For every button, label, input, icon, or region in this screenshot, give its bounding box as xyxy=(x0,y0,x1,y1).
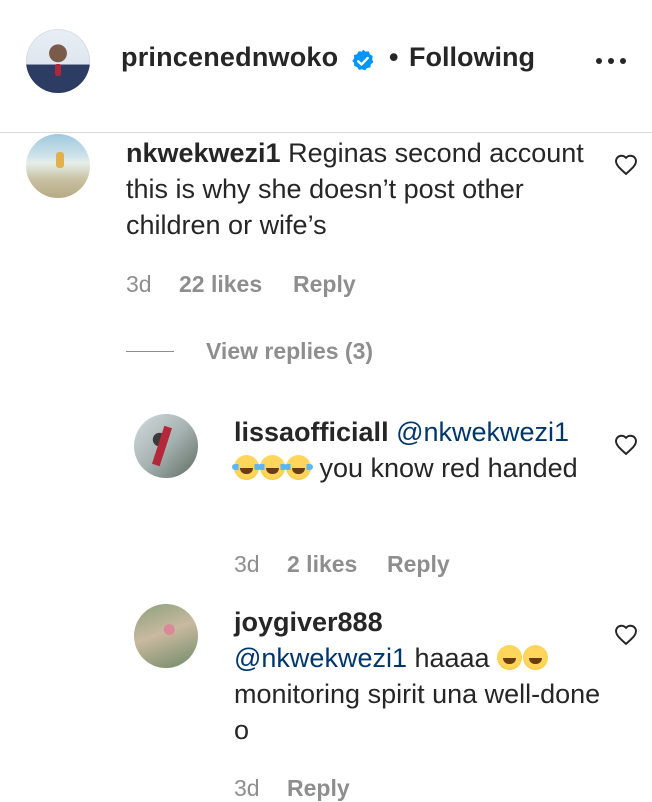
reply-button[interactable]: Reply xyxy=(293,271,356,298)
more-options-icon[interactable] xyxy=(596,58,630,68)
verified-badge-icon xyxy=(352,49,374,71)
comment-age: 3d xyxy=(126,271,152,297)
heart-outline-icon[interactable] xyxy=(613,152,639,176)
reply-username[interactable]: lissaofficiall xyxy=(234,417,389,447)
comment-likes[interactable]: 22 likes xyxy=(179,271,262,298)
reply-button[interactable]: Reply xyxy=(387,551,450,578)
grinning-emoji xyxy=(497,643,549,673)
view-replies-button[interactable]: View replies (3) xyxy=(206,338,373,365)
tears-of-joy-emoji xyxy=(232,453,313,483)
following-button[interactable]: Following xyxy=(409,42,535,73)
reply-avatar[interactable] xyxy=(134,414,198,478)
reply-text: you know red handed xyxy=(312,453,578,483)
comment-body: nkwekwezi1 Reginas second account this i… xyxy=(126,135,606,243)
post-author-username[interactable]: princenednwoko xyxy=(121,42,338,73)
post-author-avatar[interactable] xyxy=(26,29,90,93)
comment-username[interactable]: nkwekwezi1 xyxy=(126,138,281,168)
reply-body: lissaofficiall @nkwekwezi1 you know red … xyxy=(232,414,614,486)
reply-mention[interactable]: @nkwekwezi1 xyxy=(234,643,407,673)
heart-outline-icon[interactable] xyxy=(613,622,639,646)
reply-likes[interactable]: 2 likes xyxy=(287,551,357,578)
comment-avatar[interactable] xyxy=(26,134,90,198)
reply-mention[interactable]: @nkwekwezi1 xyxy=(396,417,569,447)
reply-body: joygiver888 @nkwekwezi1 haaaa monitoring… xyxy=(234,604,614,748)
reply-button[interactable]: Reply xyxy=(287,775,350,802)
reply-age: 3d xyxy=(234,551,260,577)
reply-age: 3d xyxy=(234,775,260,801)
post-header: princenednwoko • Following xyxy=(0,0,652,132)
reply-text-pre: haaaa xyxy=(406,643,498,673)
header-divider xyxy=(0,132,652,133)
view-replies-line xyxy=(126,351,174,352)
reply-text: monitoring spirit una well-done o xyxy=(234,679,601,745)
heart-outline-icon[interactable] xyxy=(613,432,639,456)
header-separator: • xyxy=(389,42,399,72)
reply-username[interactable]: joygiver888 xyxy=(234,607,383,637)
reply-avatar[interactable] xyxy=(134,604,198,668)
